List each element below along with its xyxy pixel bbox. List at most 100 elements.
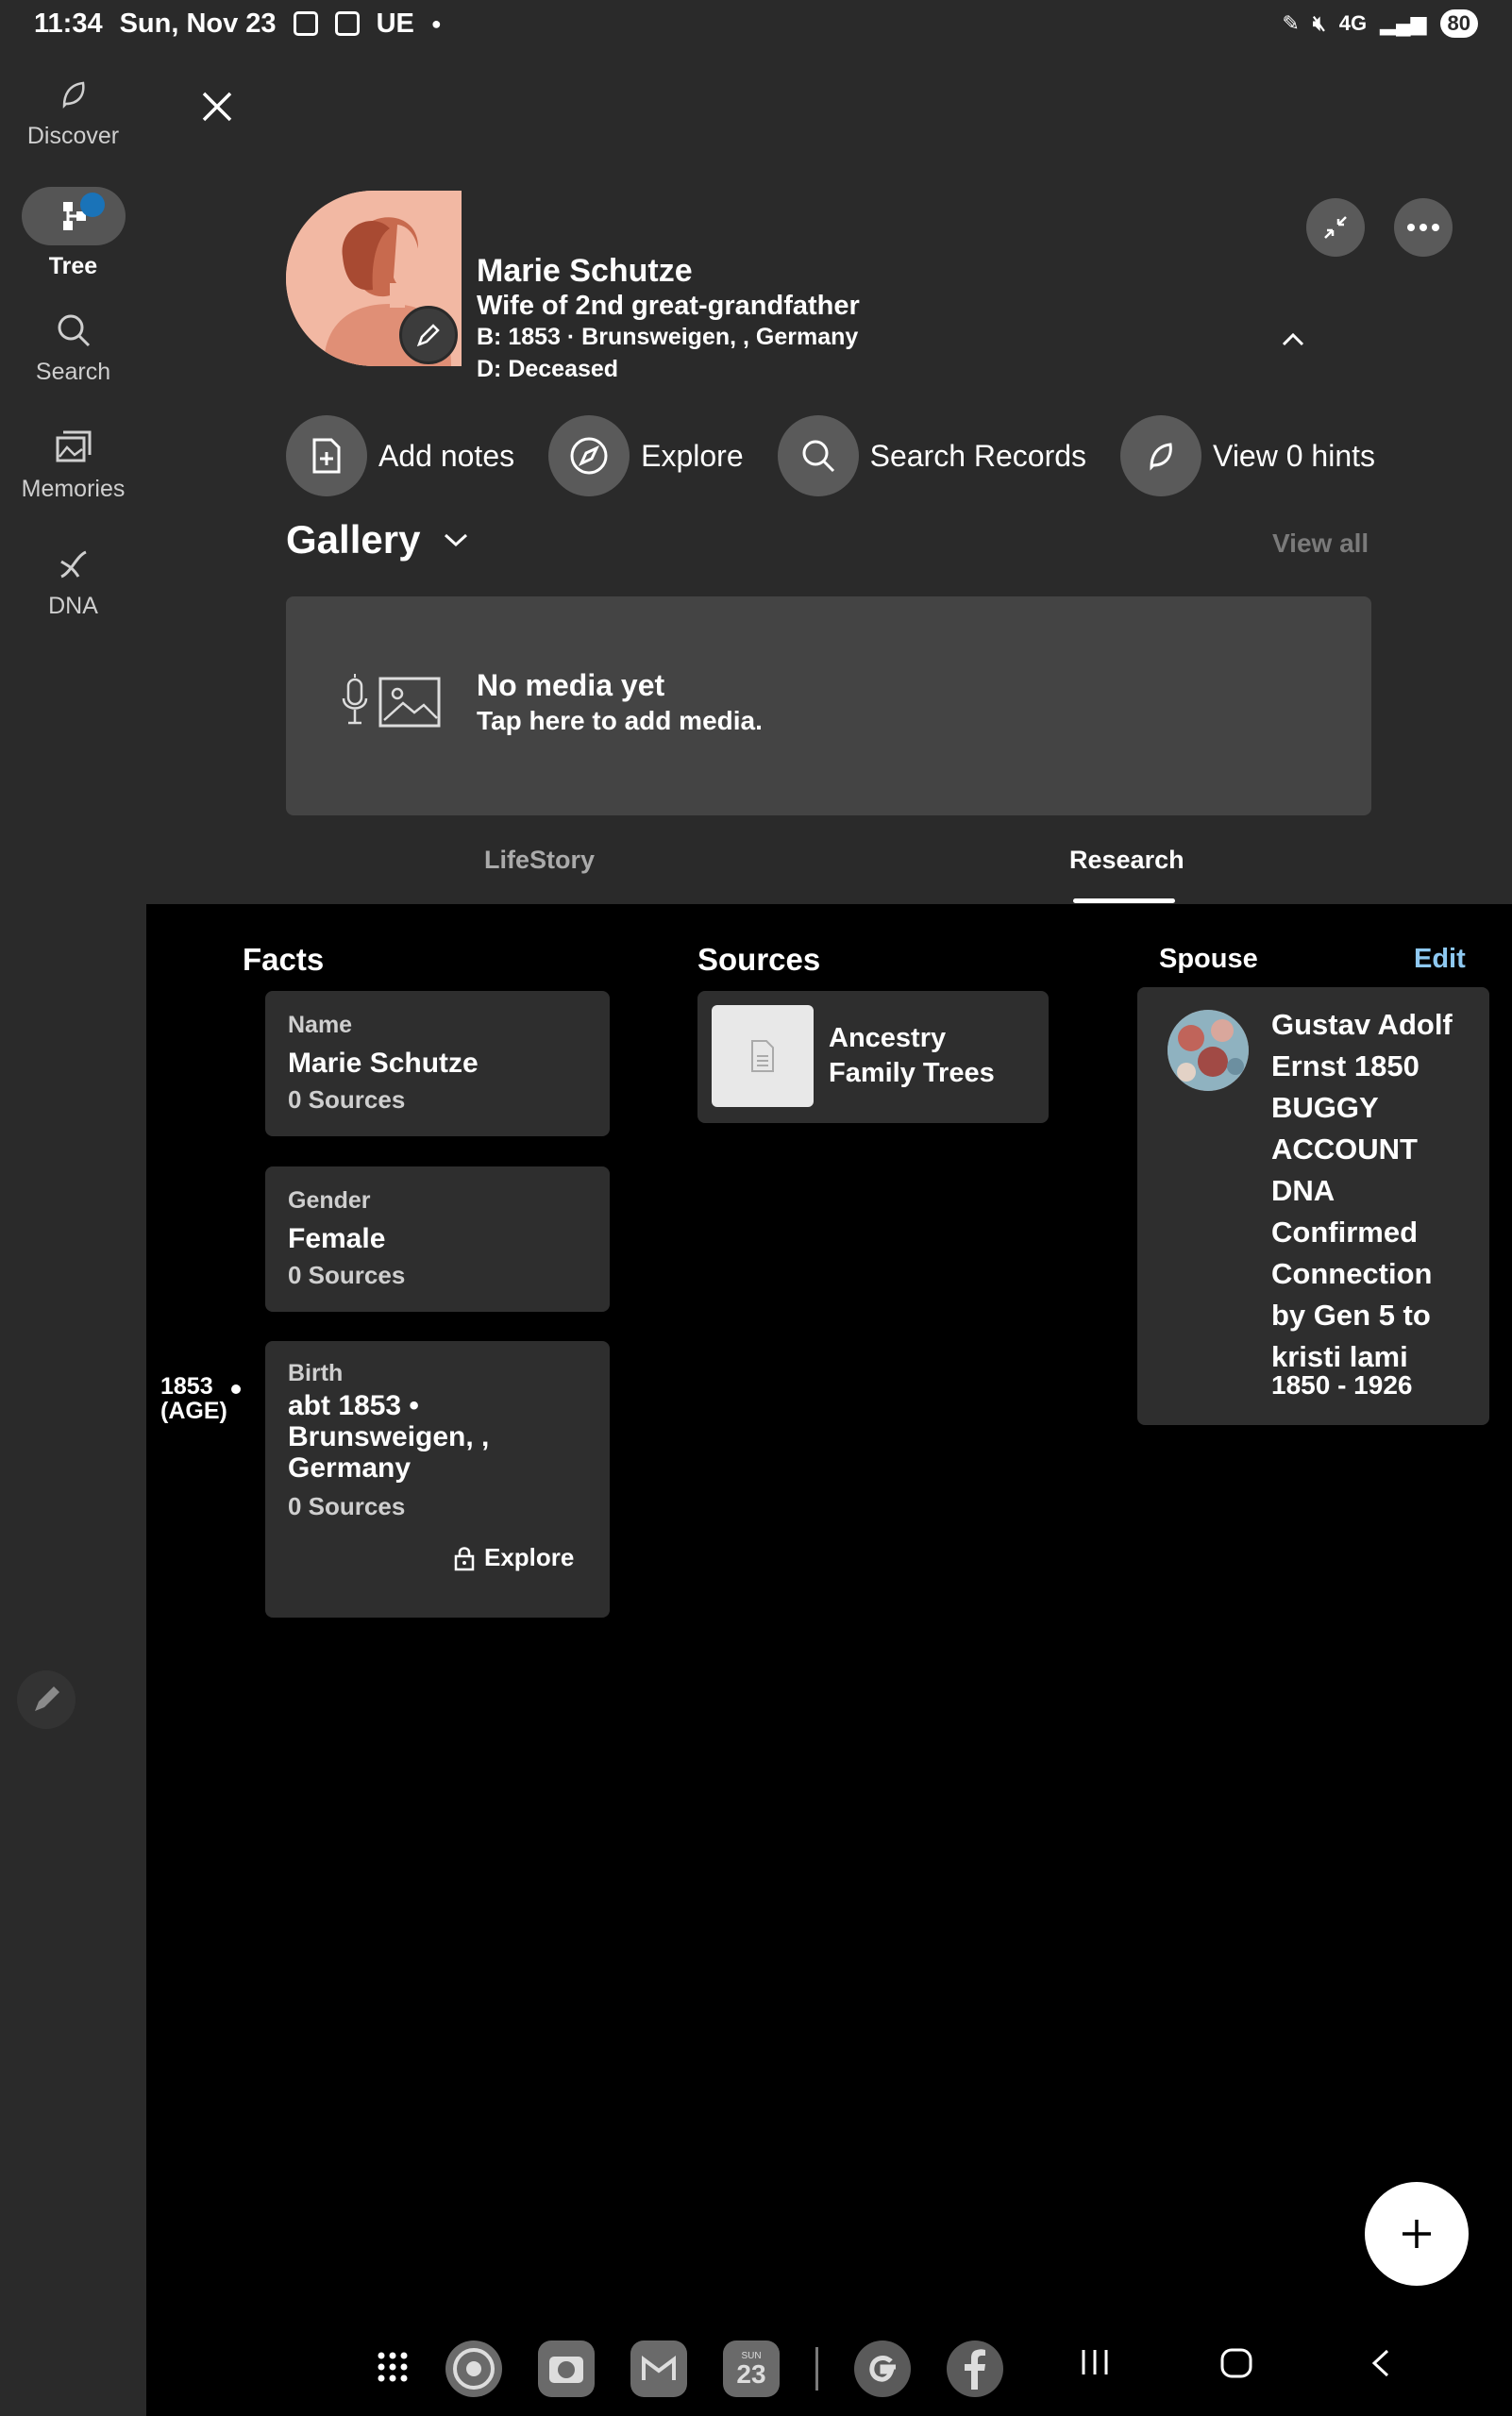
source-title: Ancestry Family Trees <box>829 1023 995 1088</box>
image-icon <box>378 677 441 728</box>
hint-leaf-icon <box>1120 415 1202 496</box>
plus-icon <box>1403 2220 1431 2248</box>
tree-hint-dot <box>79 193 105 217</box>
edit-photo-button[interactable] <box>399 306 458 364</box>
battery-level: 80 <box>1439 9 1478 38</box>
document-icon <box>712 1005 814 1107</box>
collapse-arrows-icon <box>1324 216 1347 239</box>
fact-sources: 0 Sources <box>288 1085 406 1114</box>
gallery-title: Gallery <box>286 517 421 562</box>
rail-item-search[interactable]: Search <box>0 310 146 386</box>
media-empty-title: No media yet <box>477 668 665 702</box>
source-card[interactable]: Ancestry Family Trees <box>697 991 1049 1123</box>
home-icon <box>1220 2348 1252 2378</box>
timeline-dot <box>231 1384 241 1394</box>
explore-label: Explore <box>641 438 744 473</box>
view-hints-label: View 0 hints <box>1213 438 1375 473</box>
pen-icon: ✎ <box>1282 11 1300 35</box>
status-time: 11:34 <box>34 8 103 39</box>
search-records-button[interactable]: Search Records <box>777 415 1087 496</box>
add-fab-button[interactable] <box>1365 2182 1469 2286</box>
spouse-avatar <box>1168 1010 1249 1091</box>
tab-research[interactable]: Research <box>1069 846 1184 875</box>
add-media-area[interactable]: No media yet Tap here to add media. <box>286 596 1371 815</box>
back-button[interactable] <box>1369 2348 1391 2383</box>
fact-label: Gender <box>288 1187 371 1214</box>
fact-label: Birth <box>288 1360 344 1386</box>
gallery-toggle[interactable]: Gallery <box>286 517 469 562</box>
tree-icon <box>21 187 126 245</box>
status-date: Sun, Nov 23 <box>119 8 277 39</box>
memories-icon <box>53 427 94 468</box>
recents-icon <box>1082 2350 1108 2374</box>
fact-sources: 0 Sources <box>288 1261 406 1289</box>
facebook-icon[interactable] <box>947 2340 1003 2397</box>
network-type: 4G <box>1338 11 1368 35</box>
facts-heading: Facts <box>243 942 325 977</box>
spouse-dates: 1850 - 1926 <box>1271 1370 1413 1400</box>
spouse-card[interactable]: Gustav Adolf Ernst 1850 BUGGY ACCOUNT DN… <box>1137 987 1489 1425</box>
view-hints-button[interactable]: View 0 hints <box>1120 415 1375 496</box>
home-button[interactable] <box>1219 2348 1253 2383</box>
add-notes-button[interactable]: Add notes <box>286 415 514 496</box>
edit-pencil-button[interactable] <box>17 1670 76 1729</box>
media-empty-subtitle: Tap here to add media. <box>477 706 763 735</box>
notification-dot-icon: ● <box>430 13 442 33</box>
tab-selected-indicator <box>1073 898 1175 903</box>
app-dock: SUN 23 <box>376 2340 1003 2397</box>
fact-sources: 0 Sources <box>288 1492 406 1520</box>
navigation-rail: Discover Tree Search Memories DNA <box>0 47 146 2326</box>
rail-label-dna: DNA <box>48 593 98 619</box>
fact-value: abt 1853 • Brunsweigen, , Germany <box>288 1390 490 1484</box>
calendar-day: 23 <box>736 2358 766 2389</box>
rail-item-dna[interactable]: DNA <box>0 544 146 620</box>
search-records-label: Search Records <box>869 438 1087 473</box>
fact-card-gender[interactable]: Gender Female 0 Sources <box>265 1166 610 1312</box>
app-notification-icon <box>334 11 360 36</box>
collapse-button[interactable] <box>1306 198 1365 257</box>
close-icon <box>202 92 232 122</box>
explore-button[interactable]: Explore <box>548 415 744 496</box>
app-drawer-icon[interactable] <box>376 2350 410 2389</box>
add-notes-label: Add notes <box>378 438 515 473</box>
birth-explore-button[interactable]: Explore <box>454 1543 574 1572</box>
timeline-year: 1853 (AGE) <box>160 1374 227 1423</box>
person-name: Marie Schutze <box>477 253 693 289</box>
chevron-up-icon <box>1282 333 1304 346</box>
sources-heading: Sources <box>697 942 821 977</box>
person-relationship: Wife of 2nd great-grandfather <box>477 291 860 321</box>
search-icon <box>777 415 859 496</box>
calendar-icon[interactable]: SUN 23 <box>723 2340 780 2397</box>
timeline-year-value: 1853 <box>160 1373 213 1400</box>
close-button[interactable] <box>193 83 241 130</box>
rail-label-discover: Discover <box>26 123 120 149</box>
rail-label-search: Search <box>35 359 111 385</box>
rail-label-memories: Memories <box>21 476 126 502</box>
more-options-button[interactable] <box>1394 198 1453 257</box>
more-dots-icon <box>1407 224 1439 231</box>
dock-separator <box>815 2347 818 2391</box>
view-all-link[interactable]: View all <box>1272 528 1369 559</box>
rail-item-tree[interactable]: Tree <box>0 187 146 280</box>
fact-card-birth[interactable]: Birth abt 1853 • Brunsweigen, , Germany … <box>265 1341 610 1618</box>
spouse-edit-link[interactable]: Edit <box>1414 944 1466 975</box>
recents-button[interactable] <box>1079 2348 1111 2381</box>
pencil-icon <box>416 324 440 347</box>
person-death: D: Deceased <box>477 356 619 382</box>
google-icon[interactable] <box>854 2340 911 2397</box>
fact-card-name[interactable]: Name Marie Schutze 0 Sources <box>265 991 610 1136</box>
timeline-age-value: (AGE) <box>160 1398 227 1424</box>
tab-lifestory[interactable]: LifeStory <box>484 846 595 875</box>
camera-icon[interactable] <box>538 2340 595 2397</box>
fact-value: Female <box>288 1223 386 1254</box>
spouse-photo-image <box>1168 1010 1249 1091</box>
gmail-icon[interactable] <box>630 2340 687 2397</box>
rail-footer <box>0 2326 146 2416</box>
status-bar: 11:34 Sun, Nov 23 UE ● ✎ 🔇︎ 4G ▂▄▆ 80 <box>0 0 1512 47</box>
compass-icon <box>548 415 630 496</box>
rail-item-discover[interactable]: Discover <box>0 74 146 150</box>
rail-item-memories[interactable]: Memories <box>0 427 146 503</box>
chevron-up-button[interactable] <box>1274 321 1312 359</box>
chrome-icon[interactable] <box>445 2340 502 2397</box>
birth-explore-label: Explore <box>484 1543 575 1571</box>
